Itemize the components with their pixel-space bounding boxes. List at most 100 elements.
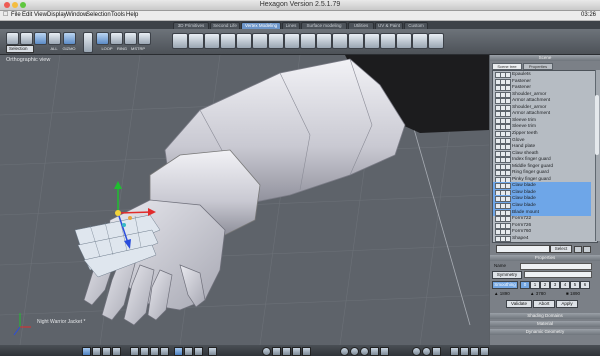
wireframe-icon[interactable] xyxy=(130,347,139,356)
lights-icon[interactable] xyxy=(174,347,183,356)
scene-panel-header[interactable]: Scene xyxy=(490,55,600,61)
dynamic-geometry-header[interactable]: Dynamic Geometry xyxy=(490,329,600,335)
smoothing-level-button[interactable]: 1 xyxy=(530,281,540,289)
gizmo-icon[interactable] xyxy=(63,32,76,45)
smooth-icon[interactable] xyxy=(332,33,348,49)
tab-properties[interactable]: Properties xyxy=(523,63,553,70)
list-options-icon[interactable] xyxy=(583,246,591,253)
smoothing-level-button[interactable]: 4 xyxy=(560,281,570,289)
extrude-icon[interactable] xyxy=(172,33,188,49)
camera-icon[interactable] xyxy=(460,347,469,356)
bevel-icon[interactable] xyxy=(204,33,220,49)
shading-domains-header[interactable]: Shading Domains xyxy=(490,313,600,319)
shell-icon[interactable] xyxy=(364,33,380,49)
material-header[interactable]: Material xyxy=(490,321,600,327)
camera-reset-icon[interactable] xyxy=(380,347,389,356)
select-arrow-icon[interactable] xyxy=(6,32,19,45)
cube-object-icon[interactable] xyxy=(96,32,109,45)
apply-button[interactable]: Apply xyxy=(556,300,578,308)
camera-pan-icon[interactable] xyxy=(350,347,359,356)
slice-icon[interactable] xyxy=(316,33,332,49)
pencil-icon[interactable] xyxy=(412,33,428,49)
menu-display[interactable]: Display xyxy=(47,12,67,18)
apple-icon[interactable]:  xyxy=(3,11,8,18)
render-toggle-icon[interactable] xyxy=(505,235,511,242)
redo-icon[interactable] xyxy=(422,347,431,356)
smooth-shaded-icon[interactable] xyxy=(150,347,159,356)
snap-face-icon[interactable] xyxy=(292,347,301,356)
undo-icon[interactable] xyxy=(412,347,421,356)
view-split-icon[interactable] xyxy=(102,347,111,356)
smoothing-level-button[interactable]: 6 xyxy=(580,281,590,289)
brush-select-icon[interactable] xyxy=(34,32,47,45)
ambient-occlusion-icon[interactable] xyxy=(194,347,203,356)
edge-select-icon[interactable] xyxy=(124,32,137,45)
viewport-canvas[interactable] xyxy=(0,55,489,345)
filter-vertex-icon[interactable] xyxy=(83,32,93,53)
fill-icon[interactable] xyxy=(396,33,412,49)
smoothing-level-button[interactable]: 3 xyxy=(550,281,560,289)
abort-button[interactable]: Abort xyxy=(533,300,555,308)
vertex-select-icon[interactable] xyxy=(138,32,151,45)
snap-vertex-icon[interactable] xyxy=(272,347,281,356)
validate-button[interactable]: Validate xyxy=(506,300,532,308)
tab-scene-tree[interactable]: Scene tree xyxy=(492,63,522,70)
loop-label[interactable]: LOOP xyxy=(101,46,113,51)
weld-icon[interactable] xyxy=(268,33,284,49)
scene-tree-item[interactable]: Shape4 xyxy=(493,235,591,242)
hole-icon[interactable] xyxy=(380,33,396,49)
symmetry-button[interactable]: Symmetry xyxy=(492,271,522,279)
screenshot-icon[interactable] xyxy=(450,347,459,356)
bridge-icon[interactable] xyxy=(284,33,300,49)
smoothing-level-button[interactable]: 2 xyxy=(540,281,550,289)
tessellate-icon[interactable] xyxy=(236,33,252,49)
paint-select-icon[interactable] xyxy=(48,32,61,45)
camera-zoom-icon[interactable] xyxy=(360,347,369,356)
menu-window[interactable]: Window xyxy=(66,12,87,18)
snap-grid-icon[interactable] xyxy=(262,347,271,356)
chamfer-icon[interactable] xyxy=(220,33,236,49)
smoothing-level-button[interactable]: 0 xyxy=(520,281,530,289)
cut-icon[interactable] xyxy=(252,33,268,49)
menu-edit[interactable]: Edit xyxy=(22,12,32,18)
select-button[interactable]: Select xyxy=(550,245,572,253)
camera-orbit-icon[interactable] xyxy=(340,347,349,356)
scene-scrollbar-thumb[interactable] xyxy=(595,95,599,155)
connect-icon[interactable] xyxy=(428,33,444,49)
ring-label[interactable]: RING xyxy=(116,46,128,51)
lasso-icon[interactable] xyxy=(20,32,33,45)
history-icon[interactable] xyxy=(432,347,441,356)
3d-viewport[interactable]: Orthographic view Night Warrior Jacket * xyxy=(0,55,489,345)
menu-file[interactable]: File xyxy=(11,12,21,18)
smoothing-button[interactable]: Smoothing xyxy=(492,281,518,289)
shadow-icon[interactable] xyxy=(184,347,193,356)
mstrp-label[interactable]: MSTRP xyxy=(131,46,145,51)
view-single-icon[interactable] xyxy=(82,347,91,356)
symmetry-icon[interactable] xyxy=(348,33,364,49)
textured-icon[interactable] xyxy=(160,347,169,356)
menu-help[interactable]: Help xyxy=(126,12,138,18)
snap-center-icon[interactable] xyxy=(302,347,311,356)
dimensions-icon[interactable] xyxy=(480,347,489,356)
snap-edge-icon[interactable] xyxy=(282,347,291,356)
render-icon[interactable] xyxy=(208,347,217,356)
scene-filter-field[interactable] xyxy=(496,245,550,253)
name-field[interactable] xyxy=(520,263,592,270)
view-quad-icon[interactable] xyxy=(92,347,101,356)
menu-view[interactable]: View xyxy=(34,12,47,18)
smoothing-level-button[interactable]: 5 xyxy=(570,281,580,289)
view-wire-icon[interactable] xyxy=(112,347,121,356)
face-select-icon[interactable] xyxy=(110,32,123,45)
properties-panel-header[interactable]: Properties xyxy=(490,255,600,261)
refresh-icon[interactable] xyxy=(574,246,582,253)
camera-frame-icon[interactable] xyxy=(370,347,379,356)
cube-tool-icon[interactable] xyxy=(188,33,204,49)
symmetry-field[interactable] xyxy=(524,271,592,278)
menu-tools[interactable]: Tools xyxy=(111,12,125,18)
shaded-icon[interactable] xyxy=(140,347,149,356)
inset-icon[interactable] xyxy=(300,33,316,49)
visibility-icon[interactable] xyxy=(470,347,479,356)
scene-tree-list[interactable]: Epaulets Fastener Fastener Shoulder_armor Ar… xyxy=(492,70,598,243)
menu-selection[interactable]: Selection xyxy=(86,12,111,18)
selection-mode-dropdown[interactable]: Selection xyxy=(6,45,34,53)
